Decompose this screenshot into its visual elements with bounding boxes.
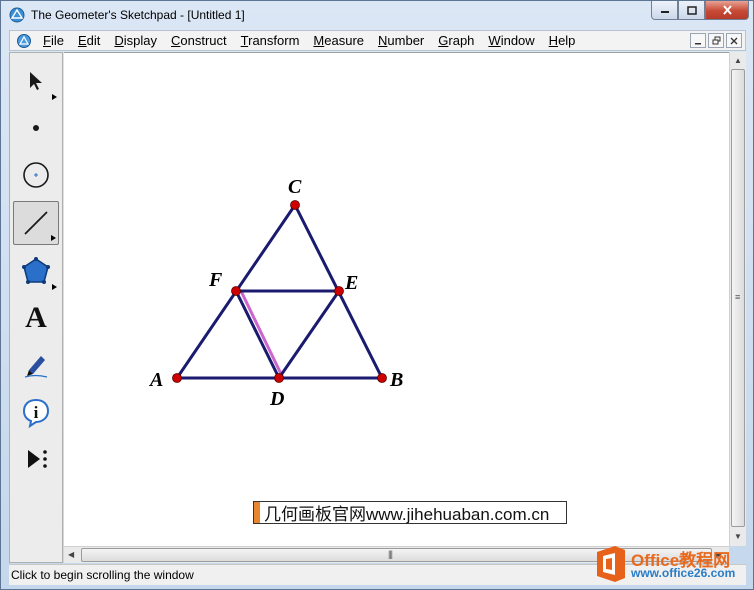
scroll-left-icon[interactable]: ◀ <box>68 550 74 559</box>
window-title: The Geometer's Sketchpad - [Untitled 1] <box>31 8 245 22</box>
point-label-E[interactable]: E <box>344 272 358 294</box>
marker-tool-icon <box>24 356 48 378</box>
custom-tool-icon <box>28 450 47 468</box>
geometry-sketch: A B C D E F <box>148 176 403 410</box>
maximize-button[interactable] <box>678 1 705 20</box>
menu-display[interactable]: Display <box>107 33 164 48</box>
point-D[interactable] <box>274 373 284 383</box>
text-tool[interactable]: A <box>13 296 59 340</box>
office-url: www.office26.com <box>631 566 736 580</box>
compass-tool-icon <box>23 162 49 188</box>
watermark-banner: 几何画板官网www.jihehuaban.com.cn <box>253 501 567 524</box>
menu-construct[interactable]: Construct <box>164 33 234 48</box>
custom-tool[interactable] <box>13 437 59 481</box>
doc-close-button[interactable] <box>726 33 742 48</box>
vertical-scrollbar[interactable]: ▲ ≡ ▼ <box>729 52 746 546</box>
selection-arrow-icon <box>30 72 42 90</box>
point-label-B[interactable]: B <box>389 369 403 391</box>
point-label-F[interactable]: F <box>208 269 223 291</box>
close-icon <box>730 37 738 44</box>
vertical-scroll-thumb[interactable]: ≡ <box>731 69 745 527</box>
straightedge-tool[interactable] <box>13 201 59 245</box>
grip-icon: ||| <box>388 549 393 559</box>
menu-edit[interactable]: Edit <box>71 33 107 48</box>
restore-icon <box>712 36 720 45</box>
app-window: The Geometer's Sketchpad - [Untitled 1] … <box>0 0 754 590</box>
menu-graph[interactable]: Graph <box>431 33 481 48</box>
segment-FD[interactable] <box>234 290 281 379</box>
segment-ED[interactable] <box>277 290 341 379</box>
polygon-tool-icon <box>22 257 50 284</box>
doc-minimize-button[interactable] <box>690 33 706 48</box>
marker-tool[interactable] <box>13 343 59 387</box>
title-bar[interactable]: The Geometer's Sketchpad - [Untitled 1] <box>1 1 753 29</box>
point-label-D[interactable]: D <box>269 388 284 410</box>
office-logo-icon <box>597 546 625 582</box>
point-B[interactable] <box>377 373 387 383</box>
scroll-down-icon[interactable]: ▼ <box>734 532 742 541</box>
toolbox: A i <box>9 52 63 563</box>
maximize-icon <box>686 5 697 15</box>
menu-transform[interactable]: Transform <box>234 33 307 48</box>
menu-bar: File Edit Display Construct Transform Me… <box>9 30 746 51</box>
information-icon: i <box>22 398 50 428</box>
minimize-button[interactable] <box>651 1 678 20</box>
point-F[interactable] <box>231 286 241 296</box>
sketchpad-app-icon <box>9 7 25 23</box>
polygon-tool[interactable] <box>13 249 59 293</box>
text-tool-icon: A <box>25 301 47 334</box>
point-tool-icon <box>33 125 39 131</box>
menu-window[interactable]: Window <box>481 33 541 48</box>
straightedge-tool-icon <box>24 211 48 235</box>
point-label-C[interactable]: C <box>288 176 302 198</box>
point-tool[interactable] <box>13 106 59 150</box>
svg-text:i: i <box>34 403 39 422</box>
menu-file[interactable]: File <box>36 33 71 48</box>
selection-highlight <box>239 290 285 379</box>
sketch-canvas[interactable]: A B C D E F <box>64 52 729 546</box>
status-text: Click to begin scrolling the window <box>11 568 194 582</box>
close-button[interactable] <box>705 1 749 20</box>
compass-tool[interactable] <box>13 153 59 197</box>
grip-icon: ≡ <box>735 292 740 302</box>
menu-number[interactable]: Number <box>371 33 431 48</box>
point-E[interactable] <box>334 286 344 296</box>
minimize-icon <box>660 11 669 13</box>
document-icon[interactable] <box>16 33 32 49</box>
close-icon <box>722 5 732 15</box>
point-C[interactable] <box>290 200 300 210</box>
point-A[interactable] <box>172 373 182 383</box>
point-label-A[interactable]: A <box>148 369 163 391</box>
selection-tool[interactable] <box>13 59 59 103</box>
menu-measure[interactable]: Measure <box>306 33 371 48</box>
menu-help[interactable]: Help <box>542 33 583 48</box>
information-tool[interactable]: i <box>13 390 59 434</box>
office-logo: Office教程网 www.office26.com <box>591 541 751 587</box>
watermark-text: 几何画板官网www.jihehuaban.com.cn <box>264 505 550 524</box>
doc-restore-button[interactable] <box>708 33 724 48</box>
scroll-up-icon[interactable]: ▲ <box>734 56 742 65</box>
minimize-icon <box>695 42 701 44</box>
